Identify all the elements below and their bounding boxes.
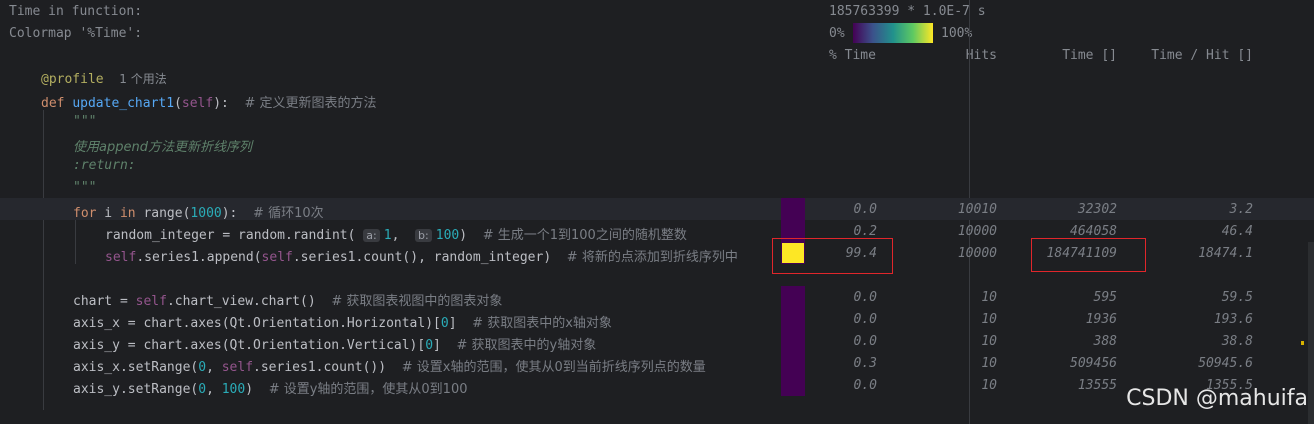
column-header-time[interactable]: Time [] bbox=[997, 48, 1117, 63]
docstring-return: :return: bbox=[73, 158, 136, 173]
code-line-decorator[interactable]: @profile 1 个用法 bbox=[41, 70, 167, 87]
param-hint-b: b: bbox=[415, 229, 432, 242]
stat-percent-time: 0.3 bbox=[853, 356, 877, 371]
stat-percent-time: 0.0 bbox=[853, 312, 877, 327]
stat-time: 13555 bbox=[1077, 378, 1117, 393]
code-line-append[interactable]: self.series1.append(self.series1.count()… bbox=[105, 246, 738, 265]
time-in-function-label: Time in function: bbox=[9, 4, 143, 19]
watermark: CSDN @mahuifa bbox=[1126, 386, 1308, 411]
indent-guide bbox=[43, 110, 44, 410]
scroll-marker bbox=[1301, 341, 1304, 345]
stat-time: 1936 bbox=[1085, 312, 1117, 327]
stat-time: 509456 bbox=[1070, 356, 1117, 371]
stat-time: 388 bbox=[1093, 334, 1117, 349]
colormap-label: Colormap '%Time': bbox=[9, 26, 143, 41]
colormap-max-label: 100% bbox=[941, 26, 973, 41]
time-in-function-value: 185763399 * 1.0E-7 s bbox=[829, 4, 986, 19]
colormap-gradient bbox=[853, 23, 933, 43]
docstring-description: 使用append方法更新折线序列 bbox=[73, 140, 252, 155]
stat-time-per-hit: 59.5 bbox=[1221, 290, 1253, 305]
stat-percent-time: 0.0 bbox=[853, 290, 877, 305]
stat-percent-time: 0.0 bbox=[853, 334, 877, 349]
column-header-hits[interactable]: Hits bbox=[877, 48, 997, 63]
code-line-randint[interactable]: random_integer = random.randint( a: 1, b:… bbox=[105, 224, 687, 243]
vertical-scrollbar[interactable] bbox=[1308, 242, 1314, 424]
stat-hits: 10 bbox=[981, 378, 997, 393]
stat-time-per-hit: 38.8 bbox=[1221, 334, 1253, 349]
docstring-close: """ bbox=[73, 180, 97, 195]
colormap-min-label: 0% bbox=[829, 26, 845, 41]
stat-hits: 10 bbox=[981, 312, 997, 327]
code-line-def[interactable]: def update_chart1(self): # 定义更新图表的方法 bbox=[41, 92, 377, 111]
column-header-time-per-hit[interactable]: Time / Hit [] bbox=[1133, 48, 1253, 63]
stat-time-per-hit: 46.4 bbox=[1221, 224, 1253, 239]
highlight-box-percent bbox=[772, 238, 893, 274]
highlight-box-time bbox=[1031, 238, 1146, 272]
stat-percent-time: 0.0 bbox=[853, 378, 877, 393]
code-line-chart[interactable]: chart = self.chart_view.chart() # 获取图表视图… bbox=[73, 290, 502, 309]
stat-time-per-hit: 50945.6 bbox=[1198, 356, 1253, 371]
stat-percent-time: 0.2 bbox=[853, 224, 877, 239]
stat-hits: 10010 bbox=[957, 202, 997, 217]
code-line-for[interactable]: for i in range(1000): # 循环10次 bbox=[73, 202, 324, 221]
stat-hits: 10000 bbox=[957, 224, 997, 239]
stat-hits: 10000 bbox=[957, 246, 997, 261]
stat-time: 464058 bbox=[1070, 224, 1117, 239]
usage-hint[interactable]: 1 个用法 bbox=[119, 72, 166, 86]
stat-time: 595 bbox=[1093, 290, 1117, 305]
code-line-set-range-x[interactable]: axis_x.setRange(0, self.series1.count())… bbox=[73, 356, 706, 375]
stat-time-per-hit: 18474.1 bbox=[1198, 246, 1253, 261]
code-line-axis-y[interactable]: axis_y = chart.axes(Qt.Orientation.Verti… bbox=[73, 334, 596, 353]
stat-time-per-hit: 193.6 bbox=[1213, 312, 1253, 327]
stat-hits: 10 bbox=[981, 356, 997, 371]
stat-hits: 10 bbox=[981, 290, 997, 305]
stat-time-per-hit: 3.2 bbox=[1229, 202, 1253, 217]
stat-hits: 10 bbox=[981, 334, 997, 349]
param-hint-a: a: bbox=[363, 229, 380, 242]
code-line-axis-x[interactable]: axis_x = chart.axes(Qt.Orientation.Horiz… bbox=[73, 312, 612, 331]
indent-guide bbox=[75, 220, 76, 264]
stat-time: 32302 bbox=[1077, 202, 1117, 217]
code-line-set-range-y[interactable]: axis_y.setRange(0, 100) # 设置y轴的范围，使其从0到1… bbox=[73, 378, 468, 397]
docstring-open: """ bbox=[73, 114, 97, 129]
column-header-percent-time[interactable]: % Time bbox=[829, 48, 876, 63]
stat-percent-time: 0.0 bbox=[853, 202, 877, 217]
